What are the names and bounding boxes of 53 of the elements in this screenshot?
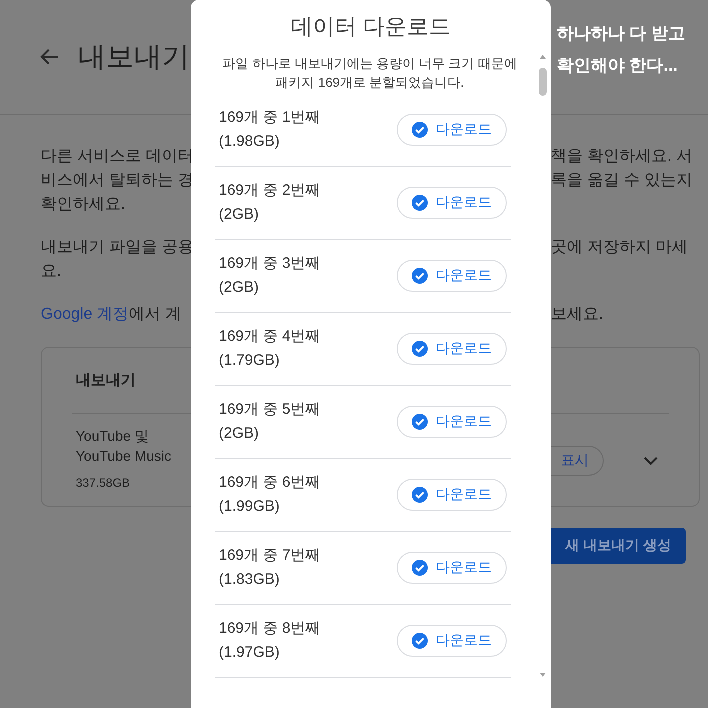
check-circle-icon bbox=[412, 268, 428, 284]
package-label: 169개 중 3번째 bbox=[219, 254, 321, 274]
check-circle-icon bbox=[412, 341, 428, 357]
package-label: 169개 중 2번째 bbox=[219, 181, 321, 201]
body-text: Google 계정에서 계 bbox=[41, 305, 182, 325]
package-size: (2GB) bbox=[219, 205, 260, 225]
download-button[interactable]: 다운로드 bbox=[397, 114, 507, 146]
download-button[interactable]: 다운로드 bbox=[397, 406, 507, 438]
check-circle-icon bbox=[412, 122, 428, 138]
body-text: 곳에 저장하지 마세 bbox=[551, 238, 689, 258]
chevron-down-icon[interactable] bbox=[644, 456, 658, 466]
page-title: 내보내기 bbox=[78, 40, 190, 74]
body-text: 록을 옮길 수 있는지 bbox=[551, 171, 694, 191]
download-button[interactable]: 다운로드 bbox=[397, 625, 507, 657]
check-circle-icon bbox=[412, 195, 428, 211]
show-button[interactable]: 표시 bbox=[551, 446, 604, 476]
create-export-button[interactable]: 새 내보내기 생성 bbox=[551, 528, 686, 564]
caption-text: 하나하나 다 받고 확인해야 한다... bbox=[557, 23, 686, 77]
item-name: YouTube 및 bbox=[76, 427, 150, 446]
package-label: 169개 중 1번째 bbox=[219, 108, 321, 128]
body-text: 내보내기 파일을 공용 bbox=[41, 238, 191, 258]
item-size: 337.58GB bbox=[76, 476, 132, 490]
account-link[interactable]: Google 계정 bbox=[41, 306, 130, 323]
download-button[interactable]: 다운로드 bbox=[397, 552, 507, 584]
check-circle-icon bbox=[412, 560, 428, 576]
package-size: (1.99GB) bbox=[219, 497, 281, 517]
download-button[interactable]: 다운로드 bbox=[397, 479, 507, 511]
package-size: (1.98GB) bbox=[219, 132, 281, 152]
package-label: 169개 중 6번째 bbox=[219, 473, 321, 493]
body-text: 보세요. bbox=[551, 305, 604, 325]
body-text: 확인하세요. bbox=[41, 195, 126, 215]
package-label: 169개 중 7번째 bbox=[219, 546, 321, 566]
package-label: 169개 중 8번째 bbox=[219, 619, 321, 639]
back-arrow-icon[interactable] bbox=[40, 48, 60, 66]
package-size: (2GB) bbox=[219, 278, 260, 298]
package-size: (2GB) bbox=[219, 424, 260, 444]
download-button[interactable]: 다운로드 bbox=[397, 187, 507, 219]
body-text: 책을 확인하세요. 서 bbox=[551, 147, 694, 167]
card-heading: 내보내기 bbox=[76, 371, 136, 390]
body-text: 요. bbox=[41, 262, 62, 282]
dialog-title: 데이터 다운로드 bbox=[290, 13, 452, 41]
dialog-description: 파일 하나로 내보내기에는 용량이 너무 크기 때문에 패키지 169개로 분할되었습니다. bbox=[222, 55, 518, 92]
package-label: 169개 중 4번째 bbox=[219, 327, 321, 347]
download-button[interactable]: 다운로드 bbox=[397, 333, 507, 365]
package-size: (1.97GB) bbox=[219, 643, 281, 663]
package-label: 169개 중 5번째 bbox=[219, 400, 321, 420]
package-size: (1.83GB) bbox=[219, 570, 281, 590]
check-circle-icon bbox=[412, 633, 428, 649]
check-circle-icon bbox=[412, 414, 428, 430]
check-circle-icon bbox=[412, 487, 428, 503]
download-button[interactable]: 다운로드 bbox=[397, 260, 507, 292]
item-name: YouTube Music bbox=[76, 447, 172, 466]
package-size: (1.79GB) bbox=[219, 351, 281, 371]
